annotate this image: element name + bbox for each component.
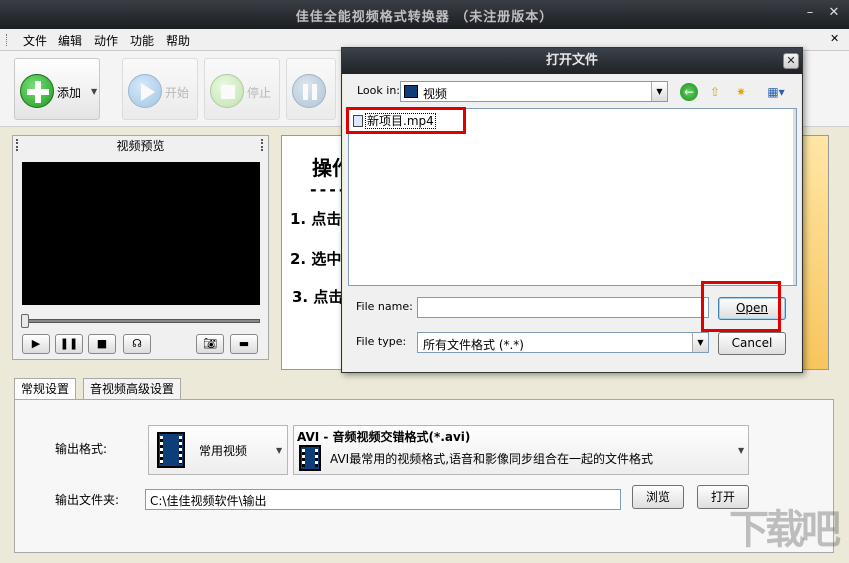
pause-control-button[interactable]: ❚❚ <box>55 334 83 354</box>
preview-header: 视频预览 <box>13 136 268 156</box>
play-icon: ▶ <box>31 337 41 350</box>
film-icon <box>299 445 321 471</box>
main-titlebar: 佳佳全能视频格式转换器 （未注册版本） – ✕ <box>0 0 849 29</box>
video-screen <box>22 162 260 305</box>
open-button-highlight-box <box>701 281 781 332</box>
chevron-down-icon: ▼ <box>738 446 745 455</box>
stop-icon: ■ <box>96 337 108 350</box>
close-icon: ✕ <box>786 54 796 67</box>
window-title: 佳佳全能视频格式转换器 （未注册版本） <box>295 10 554 25</box>
chevron-down-icon[interactable]: ▼ <box>651 82 667 101</box>
cancel-button[interactable]: Cancel <box>718 332 786 355</box>
stop-control-button[interactable]: ■ <box>88 334 116 354</box>
seek-track[interactable] <box>22 319 260 323</box>
look-in-value: 视频 <box>423 87 448 101</box>
file-type-label: File type: <box>356 335 407 348</box>
menu-grip <box>6 34 9 46</box>
settings-panel: 输出格式: 常用视频 ▼ AVI - 音频视频交错格式(*.avi) AVI最常… <box>14 399 834 553</box>
browse-button[interactable]: 浏览 <box>632 485 684 509</box>
pause-icon <box>292 74 326 108</box>
menu-action[interactable]: 动作 <box>94 32 118 49</box>
pause-icon: ❚❚ <box>59 337 79 350</box>
vertical-scrollbar[interactable] <box>793 109 796 285</box>
instruction-step: 1. 点击 <box>290 210 342 228</box>
menu-file[interactable]: 文件 <box>23 32 47 49</box>
panel-grip-left <box>16 139 20 151</box>
output-format-select[interactable]: 常用视频 ▼ <box>148 425 288 475</box>
up-folder-icon[interactable]: ⇧ <box>706 83 724 101</box>
add-button-label: 添加 <box>57 86 82 100</box>
stop-button[interactable]: 停止 <box>204 58 280 120</box>
play-button[interactable]: ▶ <box>22 334 50 354</box>
new-folder-icon[interactable]: ✷ <box>732 83 750 101</box>
add-button[interactable]: 添加 ▼ <box>14 58 100 120</box>
minimize-button[interactable]: – <box>803 6 817 20</box>
start-button-label: 开始 <box>165 86 190 100</box>
file-type-value: 所有文件格式 (*.*) <box>423 338 524 352</box>
camera-icon: 📷︎ <box>203 337 217 350</box>
panel-grip-right <box>261 139 265 151</box>
audio-button[interactable]: ☊ <box>123 334 151 354</box>
folder-icon: ▬ <box>238 337 250 350</box>
folder-button[interactable]: ▬ <box>230 334 258 354</box>
watermark-logo: 下载吧 <box>729 507 841 553</box>
stop-icon <box>210 74 244 108</box>
menu-function[interactable]: 功能 <box>130 32 154 49</box>
back-icon[interactable]: ← <box>680 83 698 101</box>
headphones-icon: ☊ <box>132 337 142 350</box>
file-name-input[interactable] <box>417 297 709 318</box>
preview-title: 视频预览 <box>116 139 165 153</box>
output-format-value: 常用视频 <box>199 444 248 458</box>
tab-advanced[interactable]: 音视频高级设置 <box>83 378 182 399</box>
chevron-down-icon: ▼ <box>276 446 283 455</box>
output-folder-label: 输出文件夹: <box>55 493 120 507</box>
seek-thumb[interactable] <box>21 314 29 328</box>
chevron-down-icon: ▼ <box>91 87 98 96</box>
menu-help[interactable]: 帮助 <box>166 32 190 49</box>
close-button[interactable]: ✕ <box>827 6 841 20</box>
chevron-down-icon[interactable]: ▼ <box>692 333 708 352</box>
file-highlight-box <box>346 107 466 134</box>
plus-icon <box>20 74 54 108</box>
film-icon <box>157 432 185 468</box>
tab-general[interactable]: 常规设置 <box>14 378 77 400</box>
file-list: 新项目.mp4 <box>348 108 797 286</box>
format-description: AVI最常用的视频格式,语音和影像同步组合在一起的文件格式 <box>330 452 654 466</box>
play-icon <box>128 74 162 108</box>
file-type-select[interactable]: 所有文件格式 (*.*) ▼ <box>417 332 709 353</box>
stop-button-label: 停止 <box>247 86 272 100</box>
format-description-select[interactable]: AVI - 音频视频交错格式(*.avi) AVI最常用的视频格式,语音和影像同… <box>293 425 749 475</box>
look-in-select[interactable]: 视频 ▼ <box>400 81 668 102</box>
view-menu-icon[interactable]: ▦▾ <box>763 83 789 101</box>
output-format-label: 输出格式: <box>55 442 108 456</box>
start-button[interactable]: 开始 <box>122 58 198 120</box>
dialog-close-button[interactable]: ✕ <box>783 53 799 69</box>
pause-button[interactable] <box>286 58 336 120</box>
instruction-step: 3. 点击 <box>292 288 344 306</box>
instruction-step: 2. 选中 <box>290 250 342 268</box>
file-name-label: File name: <box>356 300 413 313</box>
look-in-label: Look in: <box>357 84 400 97</box>
dialog-title: 打开文件 <box>342 48 802 74</box>
video-preview-panel: 视频预览 ▶ ❚❚ ■ ☊ 📷︎ ▬ <box>12 135 269 360</box>
snapshot-button[interactable]: 📷︎ <box>196 334 224 354</box>
output-folder-input[interactable]: C:\佳佳视频软件\输出 <box>145 489 621 510</box>
folder-icon <box>404 85 418 98</box>
menu-edit[interactable]: 编辑 <box>58 32 82 49</box>
format-name: AVI - 音频视频交错格式(*.avi) <box>297 430 471 444</box>
menu-close-icon[interactable]: ✕ <box>830 32 839 45</box>
